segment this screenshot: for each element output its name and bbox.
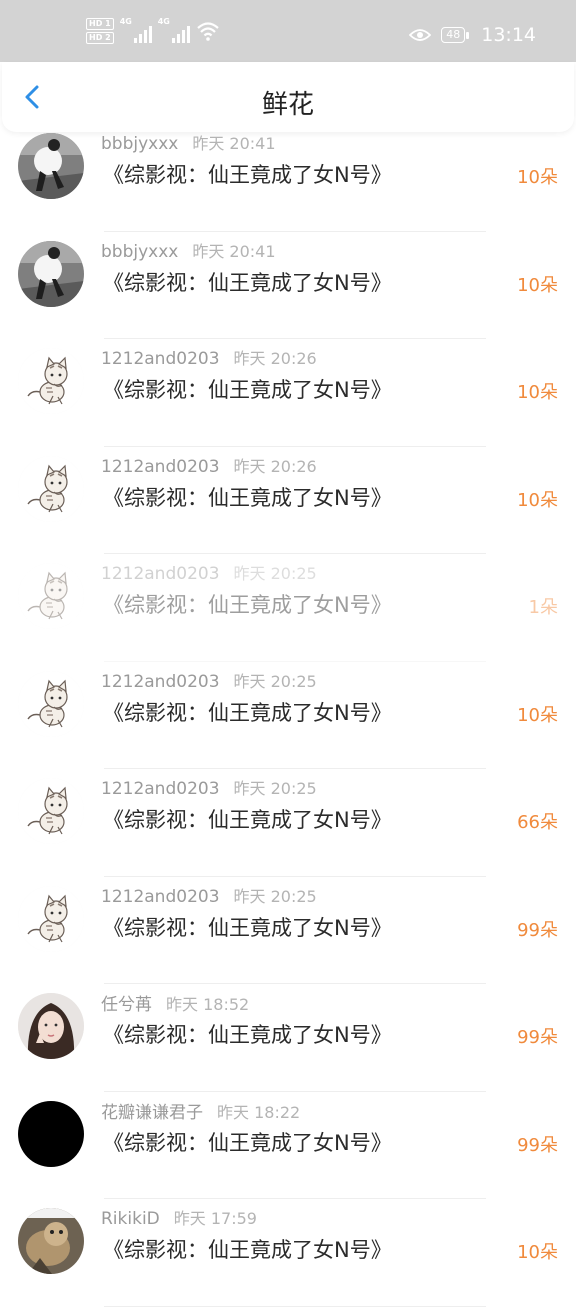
hd1-indicator: HD 1 xyxy=(86,18,114,30)
username: 1212and0203 xyxy=(101,349,220,369)
list-item[interactable]: bbbjyxxx 昨天 20:41 《综影视：仙王竟成了女N号》 10朵 xyxy=(0,232,576,339)
flower-count: 10朵 xyxy=(517,382,558,403)
book-title: 《综影视：仙王竟成了女N号》 xyxy=(103,593,392,617)
avatar[interactable] xyxy=(18,670,84,737)
timestamp: 昨天 20:25 xyxy=(233,886,317,906)
username: 1212and0203 xyxy=(101,671,220,692)
username: 1212and0203 xyxy=(101,886,220,907)
book-title: 《综影视：仙王竟成了女N号》 xyxy=(103,485,392,510)
list-item[interactable]: bbbjyxxx 昨天 20:41 《综影视：仙王竟成了女N号》 10朵 xyxy=(0,124,576,232)
timestamp: 昨天 20:41 xyxy=(192,134,276,153)
username: 花瓣谦谦君子 xyxy=(101,1102,203,1123)
timestamp: 昨天 18:52 xyxy=(166,995,250,1014)
signal-icon: 4G xyxy=(120,17,152,43)
flower-count: 10朵 xyxy=(517,274,558,296)
status-time: 13:14 xyxy=(481,24,536,46)
list-item[interactable]: 1212and0203 昨天 20:25 《综影视：仙王竟成了女N号》 10朵 xyxy=(0,662,576,769)
flower-count: 99朵 xyxy=(517,919,558,941)
battery-icon: 48 xyxy=(441,27,470,43)
book-title: 《综影视：仙王竟成了女N号》 xyxy=(103,700,392,725)
list-item[interactable]: 1212and0203 昨天 20:26 《综影视：仙王竟成了女N号》 10朵 xyxy=(0,447,576,554)
timestamp: 昨天 20:26 xyxy=(233,456,317,476)
timestamp: 昨天 20:26 xyxy=(233,349,317,368)
avatar[interactable] xyxy=(18,1208,84,1274)
avatar[interactable] xyxy=(18,993,84,1059)
avatar[interactable] xyxy=(18,778,84,844)
list-item[interactable]: 任兮苒 昨天 18:52 《综影视：仙王竟成了女N号》 99朵 xyxy=(0,984,576,1092)
username: 1212and0203 xyxy=(101,564,220,584)
eye-icon xyxy=(409,29,432,41)
list-item[interactable]: 1212and0203 昨天 20:25 《综影视：仙王竟成了女N号》 1朵 xyxy=(0,554,576,662)
timestamp: 昨天 20:25 xyxy=(233,779,317,798)
avatar[interactable] xyxy=(18,1100,84,1167)
avatar[interactable] xyxy=(18,133,84,199)
username: 1212and0203 xyxy=(101,456,220,477)
book-title: 《综影视：仙王竟成了女N号》 xyxy=(103,378,392,402)
username: bbbjyxxx xyxy=(101,241,179,262)
list-item[interactable]: RikikiD 昨天 17:59 《综影视：仙王竟成了女N号》 10朵 xyxy=(0,1199,576,1307)
divider xyxy=(104,1305,486,1307)
username: 1212and0203 xyxy=(101,779,220,799)
book-title: 《综影视：仙王竟成了女N号》 xyxy=(103,1238,392,1262)
list-item[interactable]: 花瓣谦谦君子 昨天 18:22 《综影视：仙王竟成了女N号》 99朵 xyxy=(0,1092,576,1199)
username: bbbjyxxx xyxy=(101,134,179,154)
username: RikikiD xyxy=(101,1209,160,1229)
page-header: 鲜花 xyxy=(2,62,574,132)
flower-count: 10朵 xyxy=(517,704,558,726)
timestamp: 昨天 20:25 xyxy=(233,564,317,583)
book-title: 《综影视：仙王竟成了女N号》 xyxy=(103,163,392,187)
book-title: 《综影视：仙王竟成了女N号》 xyxy=(103,1130,392,1155)
page-title: 鲜花 xyxy=(261,90,314,120)
flower-count: 10朵 xyxy=(517,167,558,188)
flower-count: 1朵 xyxy=(528,597,558,618)
book-title: 《综影视：仙王竟成了女N号》 xyxy=(103,915,392,940)
timestamp: 昨天 20:25 xyxy=(233,671,317,691)
list-item[interactable]: 1212and0203 昨天 20:26 《综影视：仙王竟成了女N号》 10朵 xyxy=(0,339,576,447)
flower-count: 66朵 xyxy=(517,812,558,833)
timestamp: 昨天 18:22 xyxy=(217,1102,301,1122)
avatar[interactable] xyxy=(18,455,84,522)
list-item[interactable]: 1212and0203 昨天 20:25 《综影视：仙王竟成了女N号》 99朵 xyxy=(0,877,576,984)
signal-icon-2: 4G xyxy=(158,17,190,43)
avatar[interactable] xyxy=(18,563,84,629)
book-title: 《综影视：仙王竟成了女N号》 xyxy=(103,1023,392,1047)
list-item[interactable]: 1212and0203 昨天 20:25 《综影视：仙王竟成了女N号》 66朵 xyxy=(0,769,576,877)
hd2-indicator: HD 2 xyxy=(86,32,114,44)
book-title: 《综影视：仙王竟成了女N号》 xyxy=(103,270,392,295)
avatar[interactable] xyxy=(18,885,84,952)
flower-count: 10朵 xyxy=(517,1242,558,1263)
timestamp: 昨天 20:41 xyxy=(192,241,276,261)
avatar[interactable] xyxy=(18,240,84,307)
flower-count: 10朵 xyxy=(517,489,558,511)
flower-count: 99朵 xyxy=(517,1027,558,1048)
flower-count: 99朵 xyxy=(517,1134,558,1156)
status-bar: HD 1 HD 2 4G 4G 48 13:14 xyxy=(0,0,576,62)
avatar[interactable] xyxy=(18,348,84,414)
wifi-icon xyxy=(196,22,219,41)
book-title: 《综影视：仙王竟成了女N号》 xyxy=(103,808,392,832)
username: 任兮苒 xyxy=(101,995,152,1015)
timestamp: 昨天 17:59 xyxy=(173,1209,257,1228)
